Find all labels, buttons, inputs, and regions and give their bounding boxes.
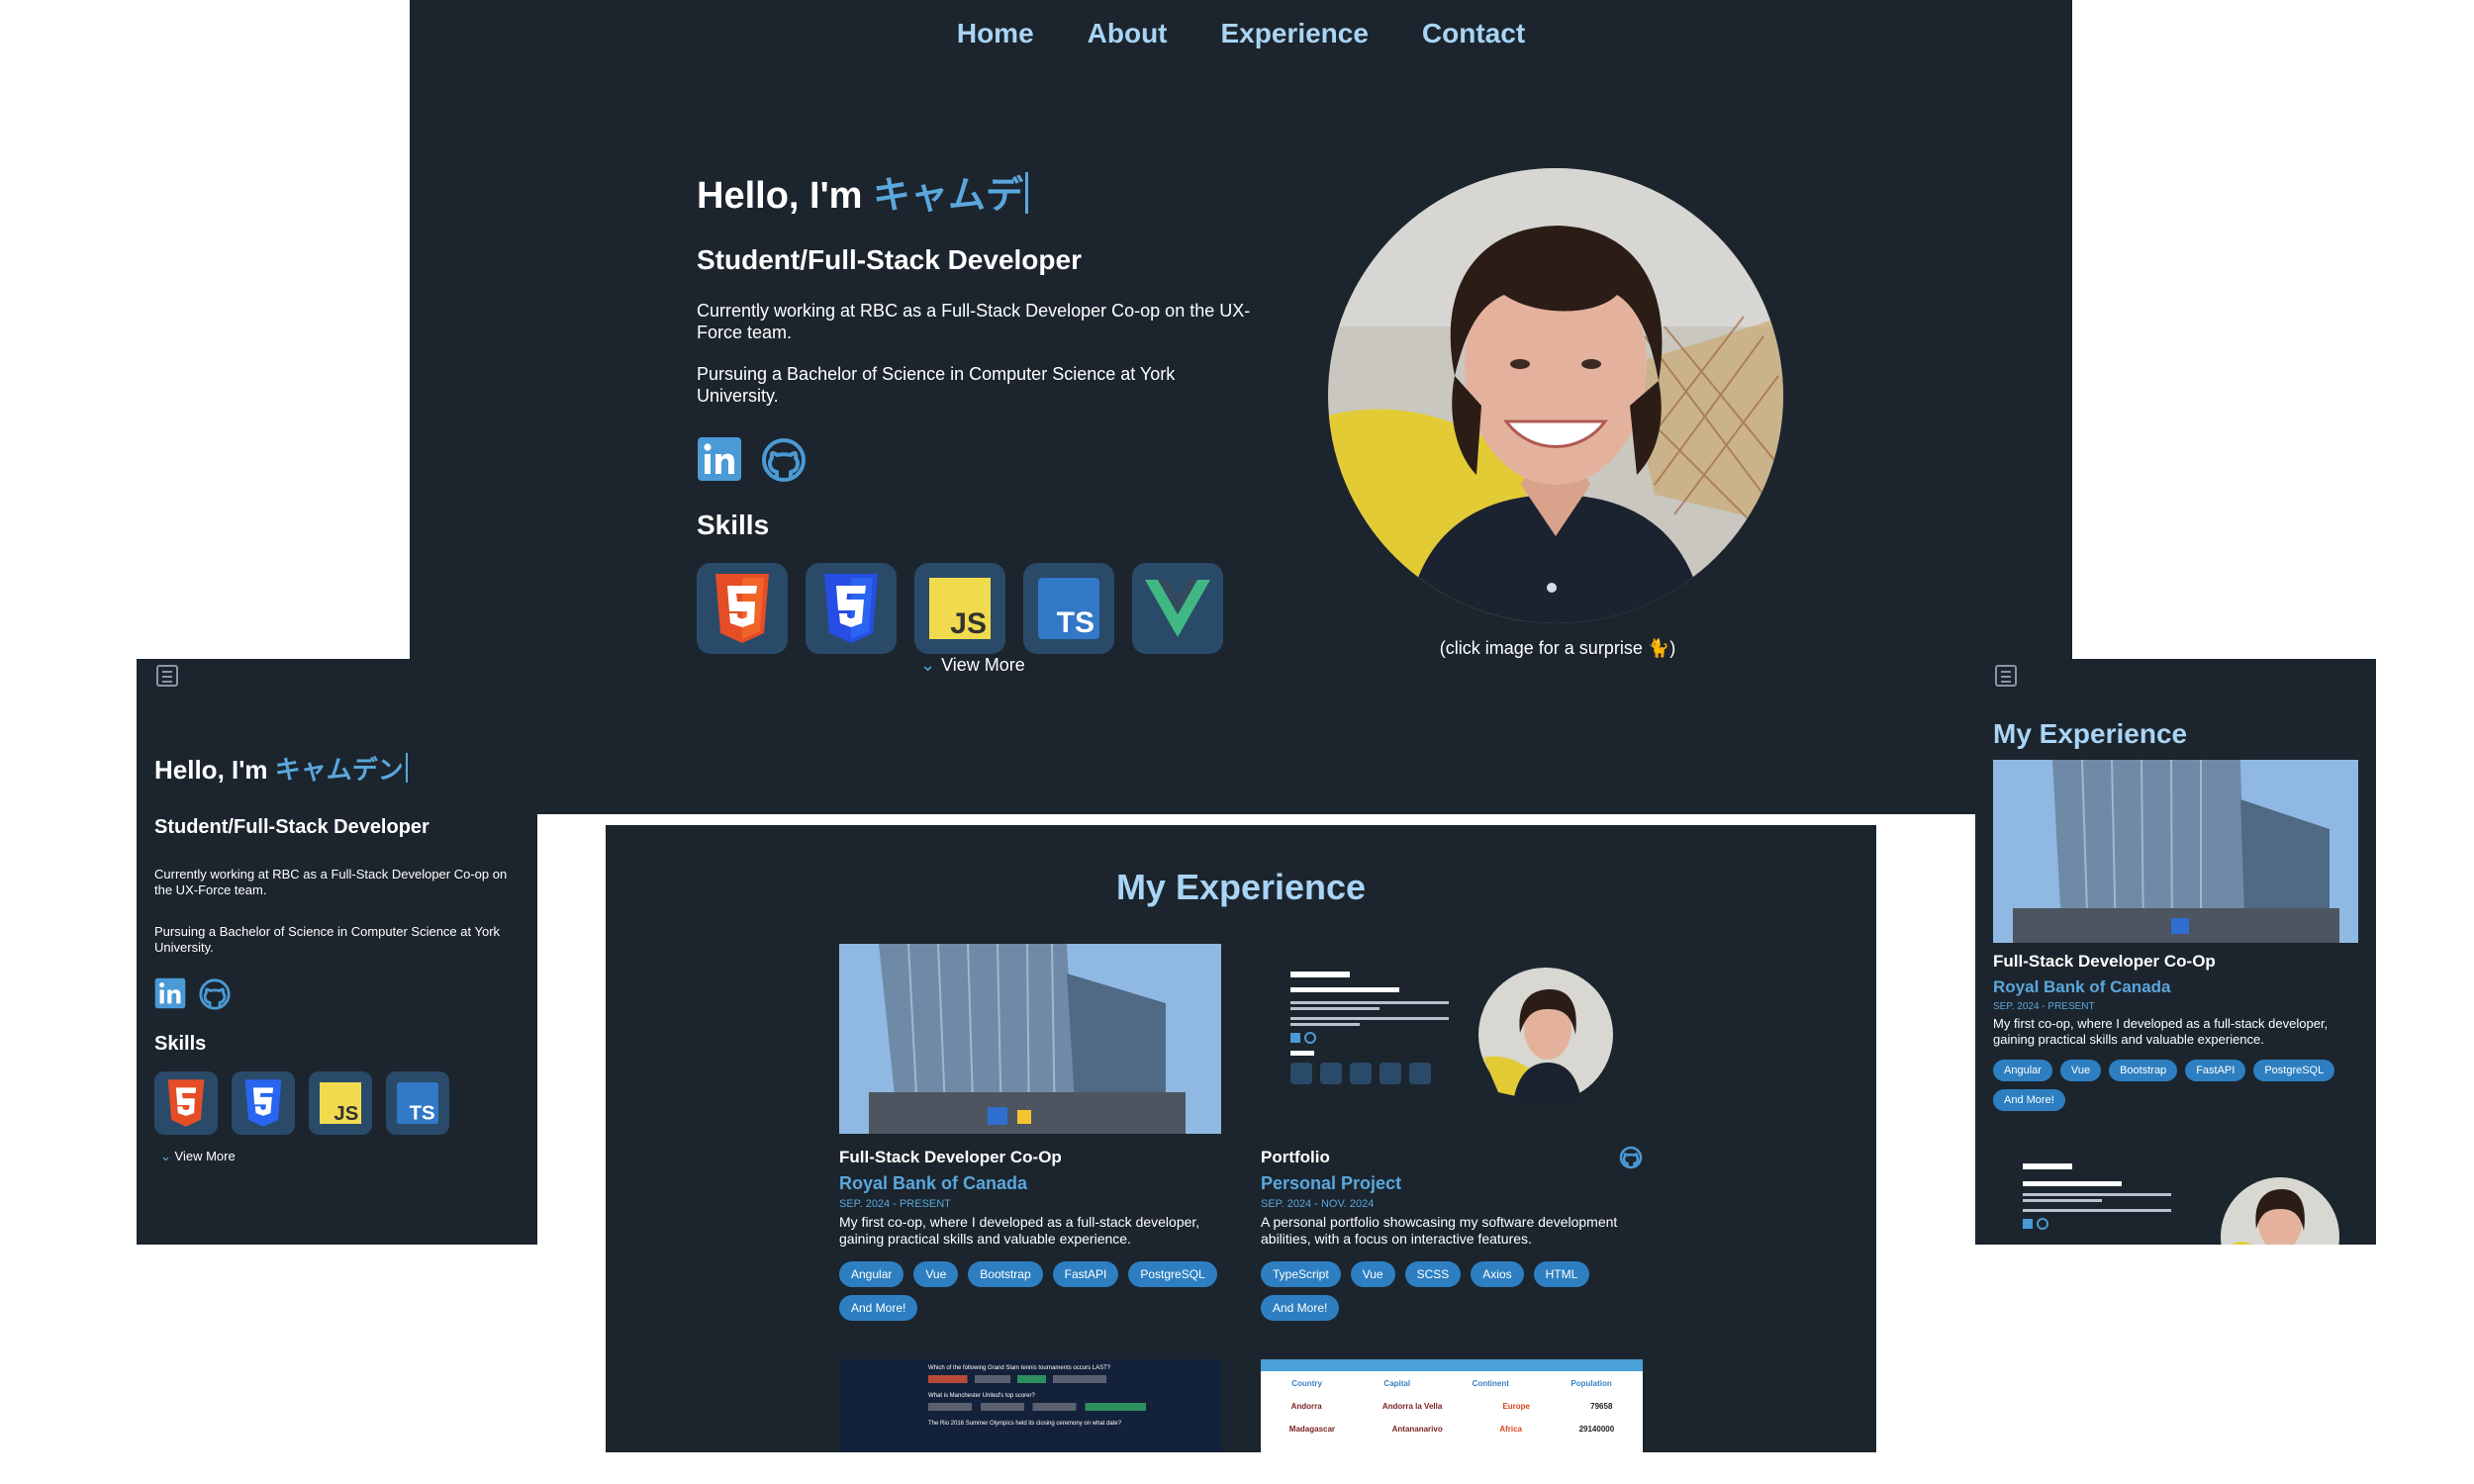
building-image: [839, 944, 1221, 1134]
github-icon[interactable]: [760, 436, 808, 484]
nav-experience[interactable]: Experience: [1221, 18, 1369, 49]
css3-icon[interactable]: [232, 1071, 295, 1135]
menu-icon[interactable]: [156, 665, 178, 687]
experience-card-portfolio[interactable]: Portfolio Personal Project SEP. 2024 - N…: [1261, 944, 1643, 1321]
mobile-social-links: [154, 977, 525, 1011]
tag-list: Angular Vue Bootstrap FastAPI PostgreSQL…: [1993, 1060, 2358, 1111]
countries-preview-image: Country Capital Continent Population And…: [1261, 1359, 1643, 1452]
hero-greeting: Hello, I'm キャムデ: [697, 164, 1261, 219]
tag: Bootstrap: [968, 1261, 1043, 1287]
tag: Vue: [1350, 1261, 1395, 1287]
skills-heading: Skills: [697, 510, 770, 540]
tag: Vue: [2059, 1060, 2102, 1081]
vue-icon[interactable]: [1132, 563, 1223, 654]
tag: Vue: [913, 1261, 959, 1287]
nav-contact[interactable]: Contact: [1422, 18, 1525, 49]
html5-icon[interactable]: [154, 1071, 218, 1135]
javascript-icon[interactable]: JS: [914, 563, 1005, 654]
hero-line-school: Pursuing a Bachelor of Science in Comput…: [697, 364, 1176, 406]
linkedin-icon[interactable]: [154, 977, 186, 1009]
skills-list: JS TS: [697, 563, 1261, 654]
mobile-skills-list: JS TS: [154, 1071, 525, 1135]
tag: HTML: [1533, 1261, 1590, 1287]
tag: Angular: [1993, 1060, 2052, 1081]
tag: And More!: [839, 1295, 918, 1321]
tag: FastAPI: [2185, 1060, 2246, 1081]
svg-text:JS: JS: [333, 1103, 358, 1124]
svg-text:TS: TS: [1057, 606, 1094, 639]
typescript-icon[interactable]: TS: [1023, 563, 1114, 654]
social-links: [697, 436, 1261, 484]
hero-role: Student/Full-Stack Developer: [697, 244, 1082, 275]
tag: FastAPI: [1052, 1261, 1119, 1287]
tag-list: Angular Vue Bootstrap FastAPI PostgreSQL…: [839, 1261, 1221, 1321]
view-more-button[interactable]: ⌄ View More: [920, 655, 1025, 676]
github-icon[interactable]: [1619, 1146, 1643, 1169]
github-icon[interactable]: [198, 977, 232, 1011]
typing-caret: [1024, 172, 1028, 214]
typing-caret: [405, 753, 408, 783]
nav-home[interactable]: Home: [957, 18, 1034, 49]
profile-photo[interactable]: [1328, 168, 1783, 623]
trivia-preview-image: Which of the following Grand Slam tennis…: [839, 1359, 1221, 1452]
javascript-icon[interactable]: JS: [309, 1071, 372, 1135]
mobile-experience-card[interactable]: Full-Stack Developer Co-Op Royal Bank of…: [1993, 952, 2358, 1111]
tag: And More!: [1261, 1295, 1340, 1321]
mobile-hero-greeting: Hello, I'm キャムデン: [154, 750, 525, 787]
mobile-experience-screenshot: My Experience Full-Stack Developer Co-Op…: [1975, 659, 2376, 1245]
menu-icon[interactable]: [1995, 665, 2017, 687]
svg-text:JS: JS: [950, 607, 987, 639]
tag: And More!: [1993, 1089, 2065, 1111]
mobile-hero-intro: Hello, I'm キャムデン Student/Full-Stack Deve…: [154, 750, 525, 1164]
photo-caption: (click image for a surprise 🐈): [1439, 638, 1676, 658]
tag: SCSS: [1404, 1261, 1462, 1287]
portfolio-preview-image: [1261, 944, 1643, 1134]
hero-line-work: Currently working at RBC as a Full-Stack…: [697, 301, 1251, 342]
typescript-icon[interactable]: TS: [386, 1071, 449, 1135]
html5-icon[interactable]: [697, 563, 788, 654]
hero-intro: Hello, I'm キャムデ Student/Full-Stack Devel…: [697, 164, 1261, 654]
experience-card-rbc[interactable]: Full-Stack Developer Co-Op Royal Bank of…: [839, 944, 1221, 1321]
typed-name: キャムデ: [872, 175, 1023, 217]
experience-title: My Experience: [1115, 867, 1367, 907]
tag: Axios: [1471, 1261, 1524, 1287]
tag: PostgreSQL: [1128, 1261, 1217, 1287]
tag: Bootstrap: [2109, 1060, 2178, 1081]
chevron-down-icon: ⌄: [920, 655, 936, 675]
nav-about[interactable]: About: [1088, 18, 1168, 49]
portfolio-preview-image: [1993, 1154, 2358, 1245]
top-nav: Home About Experience Contact: [410, 18, 2072, 49]
chevron-down-icon: ⌄: [160, 1149, 171, 1163]
tag-list: TypeScript Vue SCSS Axios HTML And More!: [1261, 1261, 1643, 1321]
css3-icon[interactable]: [806, 563, 897, 654]
tag: PostgreSQL: [2253, 1060, 2335, 1081]
mobile-view-more-button[interactable]: ⌄ View More: [160, 1149, 525, 1164]
experience-screenshot: My Experience Full-Stack Developer Co-Op…: [606, 825, 1876, 1452]
linkedin-icon[interactable]: [697, 436, 742, 482]
tag: Angular: [839, 1261, 904, 1287]
svg-text:TS: TS: [410, 1102, 435, 1124]
mobile-hero-screenshot: Hello, I'm キャムデン Student/Full-Stack Deve…: [137, 659, 537, 1245]
building-image: [1993, 760, 2358, 943]
tag: TypeScript: [1261, 1261, 1341, 1287]
desktop-hero-screenshot: Home About Experience Contact Hello, I'm…: [410, 0, 2072, 814]
